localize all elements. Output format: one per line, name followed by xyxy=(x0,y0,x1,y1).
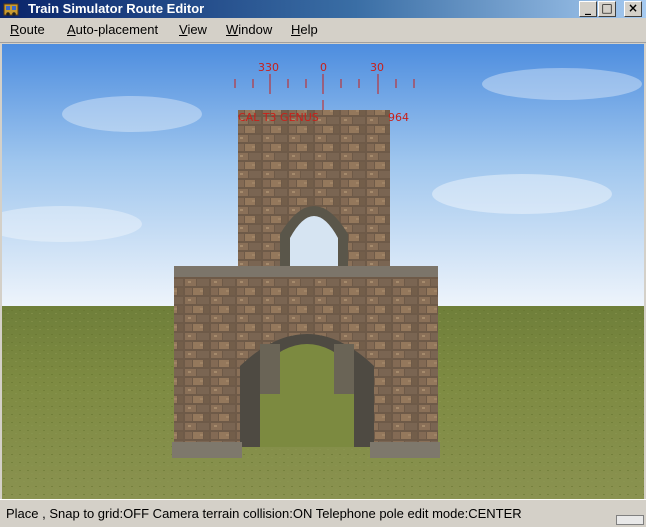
cloud xyxy=(432,174,612,214)
menu-auto-placement-label: uto-placement xyxy=(75,22,159,37)
menu-route-mnemonic: R xyxy=(10,22,20,37)
menu-view-label: iew xyxy=(187,22,207,37)
menu-bar: Route Auto-placement View Window Help xyxy=(0,18,646,43)
status-bar: Place , Snap to grid:OFF Camera terrain … xyxy=(0,499,646,527)
3d-viewport[interactable]: 330 0 30 CAL T3 GENUS 964 xyxy=(2,44,644,499)
base-block-left xyxy=(172,442,242,458)
menu-window-label: indow xyxy=(238,22,273,37)
title-bar[interactable]: Train Simulator Route Editor _ □ × xyxy=(0,0,646,18)
cloud xyxy=(62,96,202,132)
inner-pier xyxy=(334,344,354,394)
menu-route-label: oute xyxy=(19,22,45,37)
menu-auto-placement-mnemonic: A xyxy=(67,22,76,37)
cornice xyxy=(174,266,438,277)
cloud xyxy=(482,68,642,100)
menu-auto-placement[interactable]: Auto-placement xyxy=(67,22,158,37)
minimize-button[interactable]: _ xyxy=(579,1,597,17)
menu-window[interactable]: Window xyxy=(226,22,272,37)
status-text: Place , Snap to grid:OFF Camera terrain … xyxy=(6,506,522,521)
menu-route[interactable]: Route xyxy=(10,22,45,37)
menu-help-mnemonic: H xyxy=(291,22,301,37)
maximize-button[interactable]: □ xyxy=(598,1,616,17)
menu-help[interactable]: Help xyxy=(291,22,318,37)
window-title: Train Simulator Route Editor xyxy=(28,1,205,16)
close-button[interactable]: × xyxy=(624,1,642,17)
base-block-right xyxy=(370,442,440,458)
compass-readout-right: 964 xyxy=(388,111,409,124)
compass-label-30: 30 xyxy=(370,61,384,74)
resize-grip[interactable] xyxy=(616,515,644,525)
menu-view[interactable]: View xyxy=(179,22,207,37)
inner-pier xyxy=(260,344,280,394)
compass-label-330: 330 xyxy=(258,61,279,74)
app-icon[interactable] xyxy=(3,1,19,17)
compass-readout-left: CAL T3 GENUS xyxy=(238,111,319,124)
compass-label-0: 0 xyxy=(320,61,327,74)
menu-window-mnemonic: W xyxy=(226,22,239,37)
scene-render xyxy=(2,44,644,499)
menu-help-label: elp xyxy=(300,22,318,37)
app-window: Train Simulator Route Editor _ □ × Route… xyxy=(0,0,646,527)
